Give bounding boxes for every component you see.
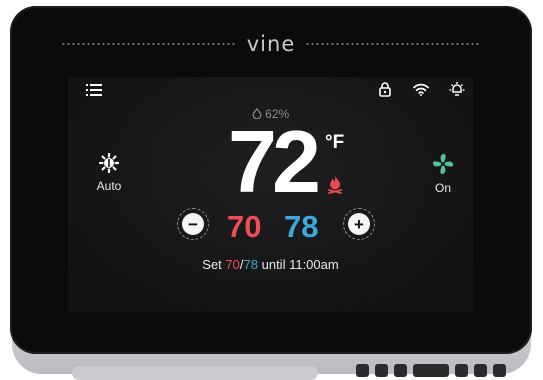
decrease-button[interactable]: − (177, 208, 209, 240)
heat-cool-icon[interactable] (99, 153, 119, 173)
schedule-heat: 70 (225, 257, 240, 272)
brand-row: vine (10, 32, 532, 56)
stand-slot (72, 366, 318, 380)
vent (493, 364, 506, 377)
heat-setpoint[interactable]: 70 (227, 209, 261, 245)
temperature-unit: °F (325, 132, 345, 153)
current-temperature: 72 (228, 112, 321, 211)
brand-dots-left (60, 43, 237, 45)
light-icon[interactable] (448, 81, 466, 99)
schedule-cool: 78 (243, 257, 258, 272)
schedule-suffix: until 11:00am (261, 257, 339, 272)
minus-icon: − (182, 213, 204, 235)
vent (413, 364, 449, 377)
increase-button[interactable]: + (343, 208, 375, 240)
schedule-text[interactable]: Set 70/78 until 11:00am (68, 257, 473, 272)
fan-label[interactable]: On (418, 181, 468, 195)
thermostat-screen: 62% Auto 72 °F On − 70 78 + Set 70/78 un… (68, 77, 473, 312)
menu-icon[interactable] (86, 84, 102, 96)
flame-icon (327, 174, 343, 194)
brand-dots-right (305, 43, 482, 45)
wifi-icon[interactable] (413, 83, 429, 96)
vent (356, 364, 369, 377)
lock-icon[interactable] (379, 82, 391, 97)
mode-label[interactable]: Auto (84, 179, 134, 193)
fan-icon[interactable] (431, 152, 455, 176)
vent-grille (356, 364, 506, 377)
vent (394, 364, 407, 377)
schedule-prefix: Set (202, 257, 222, 272)
vent (455, 364, 468, 377)
brand-logo: vine (246, 32, 296, 56)
cool-setpoint[interactable]: 78 (284, 209, 318, 245)
plus-icon: + (348, 213, 370, 235)
vent (375, 364, 388, 377)
vent (474, 364, 487, 377)
